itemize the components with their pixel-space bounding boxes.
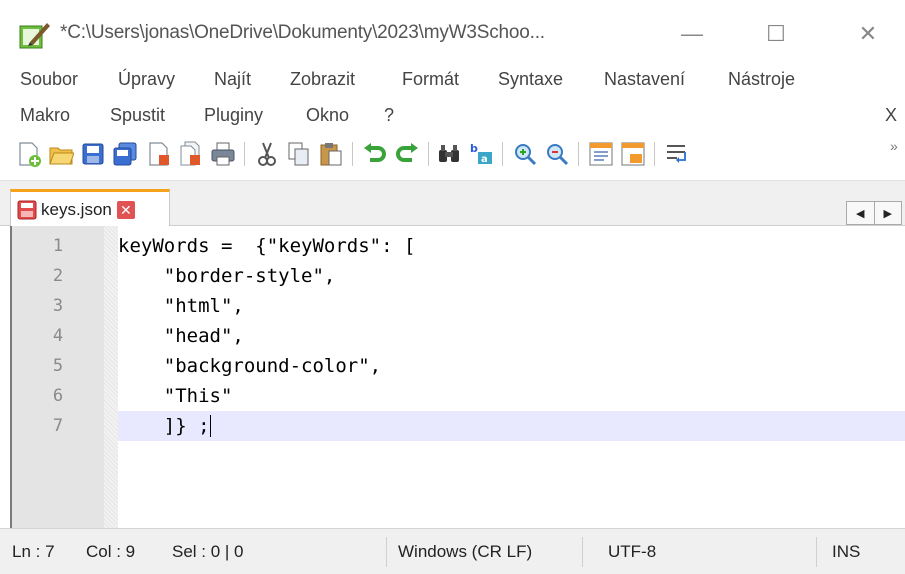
code-text: "head", [118, 325, 244, 347]
status-divider [582, 537, 583, 567]
close-all-icon[interactable] [178, 140, 204, 168]
code-line: "This" [118, 381, 905, 411]
status-encoding: UTF-8 [608, 542, 657, 561]
status-selection: Sel : 0 | 0 [172, 542, 244, 561]
menu-nastroje[interactable]: Nástroje [728, 69, 795, 90]
line-number: 7 [52, 416, 64, 436]
menu-syntaxe[interactable]: Syntaxe [498, 69, 563, 90]
word-wrap-icon[interactable] [664, 140, 690, 168]
status-divider [386, 537, 387, 567]
minimize-button[interactable]: — [662, 14, 722, 54]
replace-icon[interactable]: b a [468, 140, 494, 168]
menu-help[interactable]: ? [384, 105, 394, 126]
menu-zobrazit[interactable]: Zobrazit [290, 69, 355, 90]
close-icon[interactable] [146, 140, 172, 168]
code-line: "border-style", [118, 261, 905, 291]
toolbar-separator [578, 142, 579, 166]
menu-nastaveni[interactable]: Nastavení [604, 69, 685, 90]
code-line: keyWords = {"keyWords": [ [118, 231, 905, 261]
toolbar-separator [654, 142, 655, 166]
tab-scroll-right-button[interactable]: ▶ [873, 202, 902, 224]
menu-okno[interactable]: Okno [306, 105, 349, 126]
redo-icon[interactable] [394, 140, 420, 168]
editor[interactable]: keyWords = {"keyWords": [ "border-style"… [10, 226, 905, 528]
code-text: "background-color", [118, 355, 382, 377]
code-text: "border-style", [118, 265, 336, 287]
status-insert-mode: INS [832, 542, 861, 561]
menu-najit[interactable]: Najít [214, 69, 251, 90]
toolbar-separator [352, 142, 353, 166]
save-all-icon[interactable] [112, 140, 138, 168]
sync-horizontal-icon[interactable] [620, 140, 646, 168]
code-line: "background-color", [118, 351, 905, 381]
line-number: 6 [52, 386, 64, 406]
line-number: 5 [52, 356, 64, 376]
close-window-button[interactable]: ✕ [838, 14, 898, 54]
menu-spustit[interactable]: Spustit [110, 105, 165, 126]
new-file-icon[interactable] [16, 140, 42, 168]
maximize-button[interactable]: ☐ [746, 14, 806, 54]
toolbar: b a » [0, 136, 905, 176]
status-column: Col : 9 [86, 542, 136, 561]
fold-margin [104, 226, 118, 528]
code-text: "html", [118, 295, 244, 317]
window-title: *C:\Users\jonas\OneDrive\Dokumenty\2023\… [60, 22, 545, 43]
menu-format[interactable]: Formát [402, 69, 459, 90]
menu-makro[interactable]: Makro [20, 105, 70, 126]
sync-vertical-icon[interactable] [588, 140, 614, 168]
status-eol: Windows (CR LF) [398, 542, 533, 561]
menu-bar-row-1: Soubor Úpravy Najít Zobrazit Formát Synt… [0, 66, 905, 94]
toolbar-separator [502, 142, 503, 166]
find-icon[interactable] [436, 140, 462, 168]
status-line: Ln : 7 [12, 542, 55, 561]
current-code-line: ]} ; [118, 411, 905, 441]
code-text: keyWords = {"keyWords": [ [118, 235, 416, 257]
title-bar: *C:\Users\jonas\OneDrive\Dokumenty\2023\… [0, 0, 905, 64]
status-divider [816, 537, 817, 567]
menu-pluginy[interactable]: Pluginy [204, 105, 263, 126]
cut-icon[interactable] [254, 140, 280, 168]
line-number: 3 [52, 296, 64, 316]
code-text: ]} ; [118, 415, 210, 437]
code-area[interactable]: keyWords = {"keyWords": [ "border-style"… [118, 226, 905, 528]
line-number: 4 [52, 326, 64, 346]
line-number: 1 [52, 236, 64, 256]
tab-label: keys.json [41, 199, 112, 219]
paste-icon[interactable] [318, 140, 344, 168]
code-line: "head", [118, 321, 905, 351]
status-bar: Ln : 7 Col : 9 Sel : 0 | 0 Windows (CR L… [0, 528, 905, 574]
undo-icon[interactable] [362, 140, 388, 168]
notepad-app-icon [19, 23, 50, 49]
tab-bar: keys.json ✕ ◀ ▶ [0, 180, 905, 227]
code-text: "This" [118, 385, 233, 407]
menu-soubor[interactable]: Soubor [20, 69, 78, 90]
menu-bar-row-2: Makro Spustit Pluginy Okno ? X [0, 102, 905, 130]
close-document-button[interactable]: X [885, 105, 897, 126]
unsaved-file-icon [17, 200, 37, 219]
open-folder-icon[interactable] [48, 140, 74, 168]
toolbar-overflow-icon[interactable]: » [890, 138, 898, 154]
toolbar-separator [244, 142, 245, 166]
text-caret [210, 415, 211, 437]
code-line: "html", [118, 291, 905, 321]
tab-close-button[interactable]: ✕ [116, 200, 135, 219]
print-icon[interactable] [210, 140, 236, 168]
svg-text:a: a [481, 154, 488, 165]
line-number: 2 [52, 266, 64, 286]
toolbar-separator [428, 142, 429, 166]
svg-text:b: b [470, 142, 478, 155]
save-icon[interactable] [80, 140, 106, 168]
zoom-out-icon[interactable] [544, 140, 570, 168]
zoom-in-icon[interactable] [512, 140, 538, 168]
tab-keys-json[interactable]: keys.json ✕ [10, 189, 170, 227]
copy-icon[interactable] [286, 140, 312, 168]
menu-upravy[interactable]: Úpravy [118, 69, 175, 90]
tab-scroll-buttons: ◀ ▶ [846, 201, 902, 225]
tab-scroll-left-button[interactable]: ◀ [847, 202, 874, 224]
